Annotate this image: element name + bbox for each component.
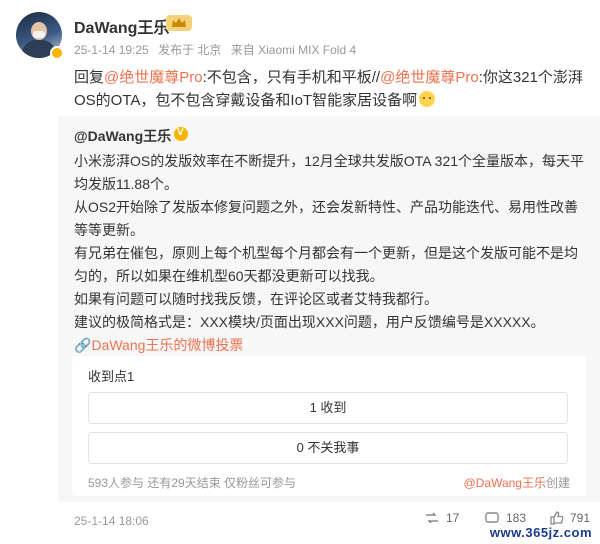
crown-badge-icon: [166, 15, 192, 31]
poll-footer: 593人参与 还有29天结束 仅粉丝可参与: [88, 476, 297, 490]
poll-creator-suffix: 创建: [545, 476, 570, 490]
repost-count: 17: [446, 511, 460, 525]
poll-title: 收到点1: [88, 369, 135, 384]
reply-text: 回复@绝世魔尊Pro:不包含，只有手机和平板//@绝世魔尊Pro:你这321个澎…: [74, 66, 584, 112]
doge-emoji-icon: [419, 91, 436, 107]
repost-button[interactable]: 17: [424, 510, 459, 526]
quoted-paragraph: 如果有问题可以随时找我反馈，在评论区或者艾特我都行。: [74, 291, 438, 307]
poll-card: 收到点1 1 收到 0 不关我事 593人参与 还有29天结束 仅粉丝可参与 @…: [72, 356, 586, 496]
comment-count: 183: [506, 511, 527, 525]
repost-icon: [426, 512, 438, 524]
quoted-text: 小米澎湃OS的发版效率在不断提升，12月全球共发版OTA 321个全量版本，每天…: [74, 150, 584, 357]
post-meta: 25-1-14 19:25 发布于 北京 来自 Xiaomi MIX Fold …: [74, 41, 362, 58]
mention-link[interactable]: @绝世魔尊Pro: [380, 69, 479, 86]
comment-icon: [485, 512, 499, 523]
quoted-date: 25-1-14 18:06: [74, 514, 149, 528]
quoted-paragraph: 从OS2开始除了发版本修复问题之外，还会发新特性、产品功能迭代、易用性改善等等更…: [74, 199, 579, 238]
verified-badge-icon: [174, 127, 188, 141]
reply-text-1: :不包含，只有手机和平板//: [202, 69, 381, 86]
poll-creator-mention[interactable]: @DaWang王乐: [464, 476, 546, 490]
comment-button[interactable]: 183: [484, 510, 526, 526]
quoted-last-line: 建议的极简格式是：XXX模块/页面出现XXX问题，用户反馈编号是XXXXX。: [74, 314, 545, 330]
poll-link-label: DaWang王乐的微博投票: [91, 337, 244, 353]
quoted-username[interactable]: @DaWang王乐: [74, 126, 171, 146]
post-device: 来自 Xiaomi MIX Fold 4: [230, 43, 357, 57]
reply-prefix: 回复: [74, 69, 105, 86]
avatar-mask: [33, 31, 45, 38]
quoted-paragraph-last: 建议的极简格式是：XXX模块/页面出现XXX问题，用户反馈编号是XXXXX。 🔗…: [74, 311, 584, 357]
thumbs-up-icon: [550, 511, 564, 525]
poll-link[interactable]: 🔗DaWang王乐的微博投票: [74, 337, 243, 353]
verified-badge-icon: [50, 46, 64, 60]
post-location: 发布于 北京: [158, 43, 222, 57]
poll-option-1[interactable]: 1 收到: [88, 392, 568, 424]
username[interactable]: DaWang王乐: [74, 14, 169, 38]
post-header: DaWang王乐 25-1-14 19:25 发布于 北京 来自 Xiaomi …: [0, 0, 600, 62]
poll-option-2[interactable]: 0 不关我事: [88, 432, 568, 464]
quoted-post: @DaWang王乐 小米澎湃OS的发版效率在不断提升，12月全球共发版OTA 3…: [58, 116, 600, 502]
quoted-paragraph: 小米澎湃OS的发版效率在不断提升，12月全球共发版OTA 321个全量版本，每天…: [74, 153, 585, 192]
like-button[interactable]: 791: [548, 510, 590, 526]
post-time: 25-1-14 19:25: [74, 43, 149, 57]
mention-link[interactable]: @绝世魔尊Pro: [104, 69, 203, 86]
site-watermark: www.365jz.com: [487, 525, 594, 540]
link-icon: 🔗: [74, 337, 92, 353]
poll-creator: @DaWang王乐创建: [464, 474, 570, 491]
quoted-paragraph: 有兄弟在催包，原则上每个机型每个月都会有一个更新，但是这个发版可能不是均匀的，所…: [74, 245, 578, 284]
like-count: 791: [570, 511, 591, 525]
